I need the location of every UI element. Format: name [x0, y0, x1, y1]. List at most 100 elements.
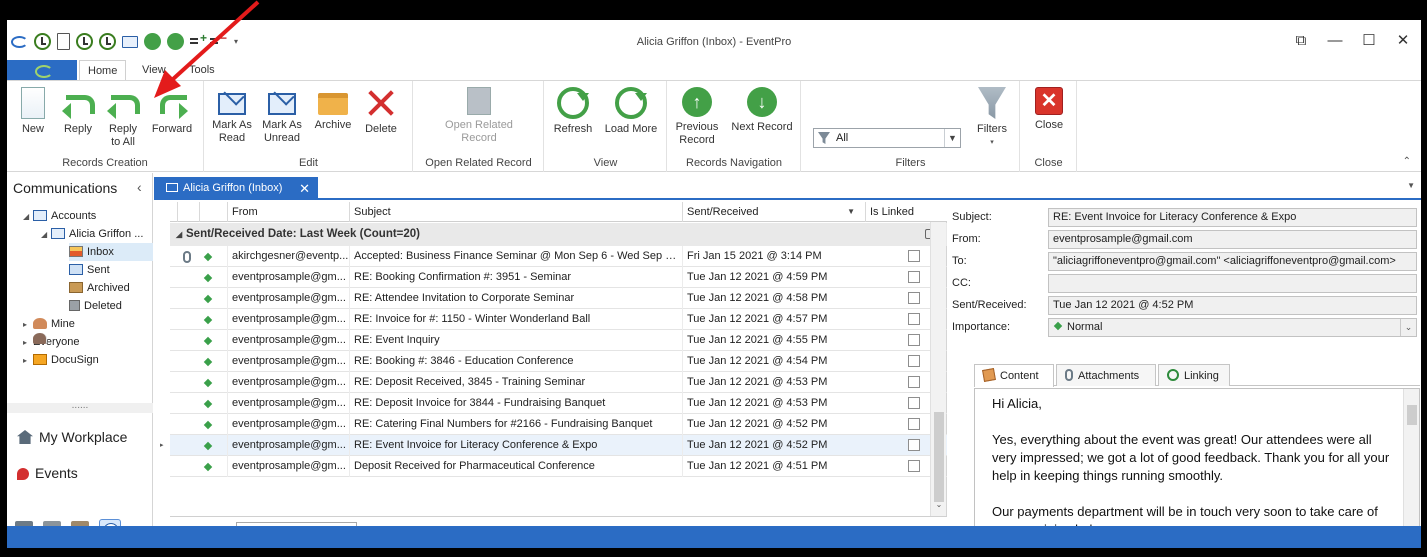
is-linked-checkbox[interactable] — [908, 271, 920, 283]
application-menu-button[interactable] — [7, 60, 77, 80]
mark-as-unread-button[interactable]: Mark As Unread — [261, 87, 303, 145]
to-value[interactable]: "aliciagriffoneventpro@gmail.com" <alici… — [1048, 252, 1417, 271]
cell-from: eventprosample@gm... — [227, 414, 349, 435]
paperclip-icon — [1065, 369, 1073, 381]
tree-item-accounts[interactable]: ◢ Accounts — [23, 207, 96, 225]
tree-item-deleted[interactable]: Deleted — [69, 297, 122, 315]
previous-record-button[interactable]: ↑ Previous Record — [672, 87, 722, 147]
scroll-thumb[interactable] — [1407, 405, 1417, 425]
is-linked-checkbox[interactable] — [908, 334, 920, 346]
col-is-linked[interactable]: Is Linked — [865, 202, 947, 222]
refresh-button[interactable]: Refresh — [551, 87, 595, 136]
subject-value[interactable]: RE: Event Invoice for Literacy Conferenc… — [1048, 208, 1417, 227]
maximize-icon[interactable]: ☐ — [1361, 31, 1377, 49]
table-row[interactable]: akirchgesner@eventp... Accepted: Business… — [170, 246, 947, 267]
ribbon: New Reply Reply to All Forward Records C… — [7, 80, 1421, 172]
scroll-thumb[interactable] — [934, 412, 944, 502]
tab-home[interactable]: Home — [79, 60, 127, 80]
pin-icon — [17, 468, 29, 480]
expand-arrow-icon[interactable]: ▸ — [23, 316, 33, 334]
archive-button[interactable]: Archive — [311, 87, 355, 132]
is-linked-checkbox[interactable] — [908, 439, 920, 451]
table-row[interactable]: eventprosample@gm... RE: Invoice for #: 1… — [170, 309, 947, 330]
open-related-record-button[interactable]: Open Related Record — [439, 87, 519, 145]
group-row[interactable]: ◢ Sent/Received Date: Last Week (Count=20… — [170, 223, 947, 246]
table-row[interactable]: eventprosample@gm... Deposit Received for… — [170, 456, 947, 477]
is-linked-checkbox[interactable] — [908, 460, 920, 472]
mark-as-read-button[interactable]: Mark As Read — [211, 87, 253, 145]
table-row[interactable]: eventprosample@gm... RE: Booking Confirma… — [170, 267, 947, 288]
expand-arrow-icon[interactable]: ◢ — [41, 226, 51, 244]
table-row[interactable]: eventprosample@gm... RE: Catering Final N… — [170, 414, 947, 435]
grid-scrollbar[interactable]: ⌄ — [930, 222, 946, 526]
tab-inbox[interactable]: Alicia Griffon (Inbox) ✕ — [154, 177, 318, 200]
cell-subject: RE: Invoice for #: 1150 - Winter Wonderl… — [349, 309, 682, 330]
delete-button[interactable]: Delete — [359, 87, 403, 136]
tab-attachments[interactable]: Attachments — [1056, 364, 1156, 386]
tab-view[interactable]: View — [134, 60, 174, 80]
collapse-nav-icon[interactable]: ‹ — [137, 179, 142, 195]
cc-value[interactable] — [1048, 274, 1417, 293]
forward-button[interactable]: Forward — [149, 87, 195, 136]
collapse-group-icon[interactable]: ◢ — [176, 223, 186, 246]
tree-item-sent[interactable]: Sent — [69, 261, 110, 279]
minimize-icon[interactable]: — — [1327, 32, 1343, 49]
importance-select[interactable]: Normal ⌄ — [1048, 318, 1417, 337]
nav-splitter[interactable]: ...... — [7, 401, 153, 413]
expand-arrow-icon[interactable]: ◢ — [23, 208, 33, 226]
tab-tools[interactable]: Tools — [181, 60, 223, 80]
filters-button[interactable]: Filters ▾ — [970, 87, 1014, 149]
tree-item-archived[interactable]: Archived — [69, 279, 130, 297]
table-row[interactable]: ▸ eventprosample@gm... RE: Event Invoice f… — [160, 435, 947, 456]
chevron-down-icon[interactable]: ⌄ — [1400, 319, 1416, 336]
from-value[interactable]: eventprosample@gmail.com — [1048, 230, 1417, 249]
tree-item-everyone[interactable]: ▸ Everyone — [23, 333, 79, 351]
table-row[interactable]: eventprosample@gm... RE: Event Inquiry Tue… — [170, 330, 947, 351]
scroll-down-icon[interactable]: ⌄ — [931, 500, 947, 509]
table-row[interactable]: eventprosample@gm... RE: Deposit Received… — [170, 372, 947, 393]
col-sent-received[interactable]: Sent/Received ▼ — [682, 202, 865, 222]
expand-arrow-icon[interactable]: ▸ — [23, 352, 33, 370]
load-more-button[interactable]: Load More — [601, 87, 661, 136]
refresh-icon — [557, 87, 589, 119]
close-tab-icon[interactable]: ✕ — [299, 177, 310, 200]
new-button[interactable]: New — [13, 87, 53, 136]
reply-all-button[interactable]: Reply to All — [103, 87, 143, 149]
is-linked-checkbox[interactable] — [908, 355, 920, 367]
col-subject[interactable]: Subject — [349, 202, 682, 222]
col-attachment[interactable] — [177, 202, 199, 222]
is-linked-checkbox[interactable] — [908, 418, 920, 430]
is-linked-checkbox[interactable] — [908, 397, 920, 409]
chevron-down-icon[interactable]: ▼ — [944, 129, 960, 147]
filter-select[interactable]: All ▼ — [813, 128, 961, 148]
table-row[interactable]: eventprosample@gm... RE: Deposit Invoice … — [170, 393, 947, 414]
col-from[interactable]: From — [227, 202, 349, 222]
tab-menu-icon[interactable]: ▼ — [1407, 181, 1415, 190]
is-linked-checkbox[interactable] — [908, 313, 920, 325]
next-record-button[interactable]: ↓ Next Record — [728, 87, 796, 134]
close-button[interactable]: ✕ Close — [1027, 87, 1071, 132]
home-icon — [17, 430, 33, 444]
collapse-ribbon-icon[interactable]: ⌃ — [1403, 156, 1411, 167]
tree-item-mine[interactable]: ▸ Mine — [23, 315, 75, 333]
table-row[interactable]: eventprosample@gm... RE: Attendee Invitat… — [170, 288, 947, 309]
tree-item-inbox[interactable]: Inbox — [69, 243, 153, 261]
sent-value[interactable]: Tue Jan 12 2021 @ 4:52 PM — [1048, 296, 1417, 315]
nav-events[interactable]: Events — [17, 465, 78, 481]
table-row[interactable]: eventprosample@gm... RE: Booking #: 3846 … — [170, 351, 947, 372]
message-body[interactable]: Hi Alicia, Yes, everything about the eve… — [974, 388, 1420, 538]
is-linked-checkbox[interactable] — [908, 292, 920, 304]
tree-item-docusign[interactable]: ▸ DocuSign — [23, 351, 99, 369]
tree-item-account[interactable]: ◢ Alicia Griffon ... — [41, 225, 143, 243]
nav-my-workplace[interactable]: My Workplace — [17, 429, 127, 445]
reply-button[interactable]: Reply — [57, 87, 99, 136]
close-icon[interactable]: ✕ — [1395, 31, 1411, 49]
tab-content[interactable]: Content — [974, 364, 1054, 387]
body-scrollbar[interactable] — [1403, 389, 1419, 537]
restore-panel-icon[interactable]: ⧉ — [1293, 32, 1309, 49]
is-linked-checkbox[interactable] — [908, 376, 920, 388]
expand-arrow-icon[interactable]: ▸ — [23, 334, 33, 352]
col-importance[interactable] — [199, 202, 227, 222]
tab-linking[interactable]: Linking — [1158, 364, 1230, 386]
is-linked-checkbox[interactable] — [908, 250, 920, 262]
